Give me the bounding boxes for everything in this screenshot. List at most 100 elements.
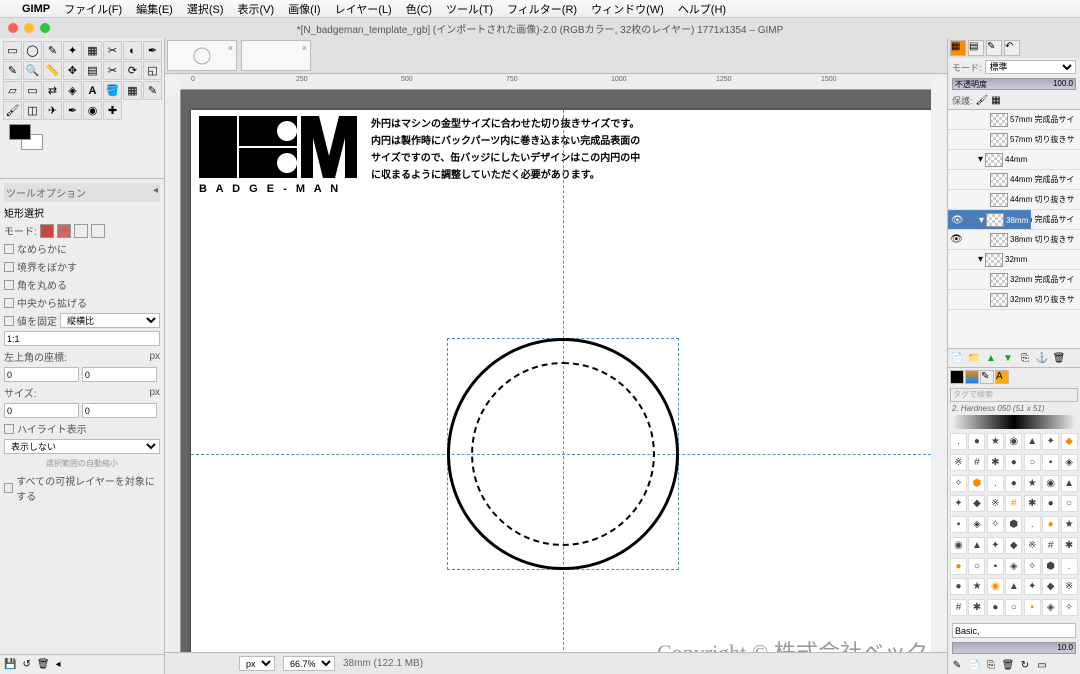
tool-blend[interactable]: ▦ <box>123 81 142 100</box>
menu-view[interactable]: 表示(V) <box>238 1 275 17</box>
tool-perspective[interactable]: ▭ <box>23 81 42 100</box>
brush-tab-4[interactable]: A <box>995 370 1009 384</box>
layer-item[interactable]: ▾32mm <box>948 250 1080 270</box>
tool-flip[interactable]: ⇄ <box>43 81 62 100</box>
brush-item[interactable]: ◆ <box>968 495 985 512</box>
tool-brush[interactable]: 🖌 <box>3 101 22 120</box>
brush-item[interactable]: ⬢ <box>968 475 985 492</box>
brush-item[interactable]: ✧ <box>950 475 967 492</box>
brush-item[interactable]: ★ <box>1061 516 1078 533</box>
layer-item[interactable]: 44mm 完成品サイ <box>948 170 1080 190</box>
ruler-vertical[interactable] <box>165 90 181 652</box>
layer-up[interactable]: ▲ <box>984 351 998 365</box>
dock-tab-layers[interactable]: ▦ <box>950 40 966 56</box>
menu-file[interactable]: ファイル(F) <box>64 1 122 17</box>
brush-item[interactable]: ✦ <box>987 537 1004 554</box>
chk-blur[interactable] <box>4 262 14 272</box>
brush-item[interactable]: ✧ <box>987 516 1004 533</box>
brush-item[interactable]: ▲ <box>1005 578 1022 595</box>
brush-item[interactable]: ✱ <box>1061 537 1078 554</box>
brush-edit[interactable]: ✎ <box>950 658 964 672</box>
pos-x[interactable] <box>4 367 79 382</box>
brush-item[interactable]: ● <box>987 599 1004 616</box>
to-delete-icon[interactable]: 🗑 <box>37 659 50 670</box>
layer-item[interactable]: 44mm 切り抜きサ <box>948 190 1080 210</box>
mode-add[interactable] <box>57 224 71 238</box>
to-save-icon[interactable]: 💾 <box>4 659 16 670</box>
layer-anchor[interactable]: ⚓ <box>1035 351 1049 365</box>
brush-item[interactable]: ● <box>1042 495 1059 512</box>
zoom-select[interactable]: 66.7% <box>283 656 335 671</box>
brush-item[interactable]: ▪ <box>950 516 967 533</box>
fix-mode[interactable]: 縦横比 <box>60 313 160 328</box>
brush-item[interactable]: ● <box>1005 475 1022 492</box>
ratio-input[interactable] <box>4 331 160 346</box>
brush-size-slider[interactable]: 10.0 <box>952 642 1076 654</box>
tab-close-icon[interactable]: × <box>302 43 307 53</box>
layer-del[interactable]: 🗑 <box>1052 351 1066 365</box>
tool-ink[interactable]: ✒ <box>63 101 82 120</box>
tab-1[interactable]: × <box>167 40 237 71</box>
tool-measure[interactable]: 📏 <box>43 61 62 80</box>
brush-item[interactable]: ◈ <box>1061 454 1078 471</box>
tab-2[interactable]: × <box>241 40 311 71</box>
ruler-horizontal[interactable]: 0 250 500 750 1000 1250 1500 <box>181 74 931 90</box>
layer-item[interactable]: 57mm 完成品サイ <box>948 110 1080 130</box>
lock-pixels-icon[interactable]: 🖌 <box>976 95 989 106</box>
dock-tab-paths[interactable]: ✎ <box>986 40 1002 56</box>
mode-subtract[interactable] <box>74 224 88 238</box>
window-zoom[interactable] <box>40 23 50 33</box>
tool-fuzzy-select[interactable]: ✦ <box>63 41 82 60</box>
tool-cage[interactable]: ◈ <box>63 81 82 100</box>
brush-item[interactable]: . <box>987 475 1004 492</box>
tool-clone[interactable]: ◉ <box>83 101 102 120</box>
tool-heal[interactable]: ✚ <box>103 101 122 120</box>
brush-item[interactable]: # <box>1005 495 1022 512</box>
brush-item[interactable]: ▲ <box>1024 433 1041 450</box>
unit-select[interactable]: px <box>239 656 275 671</box>
brush-item[interactable]: ✦ <box>950 495 967 512</box>
tool-eraser[interactable]: ◫ <box>23 101 42 120</box>
brush-item[interactable]: ◆ <box>1005 537 1022 554</box>
brush-item[interactable]: ✧ <box>1061 599 1078 616</box>
brush-item[interactable]: ※ <box>987 495 1004 512</box>
guide-mode[interactable]: 表示しない <box>4 439 160 454</box>
chk-alllayers[interactable] <box>4 483 13 493</box>
size-w[interactable] <box>4 403 79 418</box>
brush-item[interactable]: ✦ <box>1042 433 1059 450</box>
chk-smooth[interactable] <box>4 244 14 254</box>
tool-scale[interactable]: ◱ <box>143 61 162 80</box>
layer-new[interactable]: 📄 <box>950 351 964 365</box>
chk-round[interactable] <box>4 280 14 290</box>
lock-alpha-icon[interactable]: ▦ <box>991 95 1000 106</box>
brush-item[interactable]: ✱ <box>968 599 985 616</box>
brush-item[interactable]: ◆ <box>1061 433 1078 450</box>
tool-shear[interactable]: ▱ <box>3 81 22 100</box>
layer-down[interactable]: ▼ <box>1001 351 1015 365</box>
eye-icon[interactable]: 👁 <box>950 234 962 245</box>
layer-group[interactable]: 📁 <box>967 351 981 365</box>
tool-bucket[interactable]: 🪣 <box>103 81 122 100</box>
tool-paths[interactable]: ✒ <box>143 41 162 60</box>
brush-item[interactable]: ▪ <box>987 558 1004 575</box>
tool-free-select[interactable]: ✎ <box>43 41 62 60</box>
brush-item[interactable]: ★ <box>987 433 1004 450</box>
eye-icon[interactable]: 👁 <box>951 215 963 226</box>
brush-item[interactable]: ◉ <box>950 537 967 554</box>
brush-del[interactable]: 🗑 <box>1001 658 1015 672</box>
size-h[interactable] <box>82 403 157 418</box>
window-minimize[interactable] <box>24 23 34 33</box>
brush-item[interactable]: ★ <box>968 578 985 595</box>
opacity-slider[interactable]: 不透明度 100.0 <box>952 78 1076 90</box>
menu-image[interactable]: 画像(I) <box>288 1 320 17</box>
tool-foreground[interactable]: ◐ <box>123 41 142 60</box>
canvas-viewport[interactable]: B A D G E - M A N 外円はマシンの金型サイズに合わせた切り抜きサ… <box>181 90 931 652</box>
brush-item[interactable]: ※ <box>1061 578 1078 595</box>
menu-edit[interactable]: 編集(E) <box>136 1 173 17</box>
brush-item[interactable]: ▲ <box>1061 475 1078 492</box>
brush-item[interactable]: . <box>1024 516 1041 533</box>
tool-airbrush[interactable]: ✈ <box>43 101 62 120</box>
brush-preset[interactable] <box>952 623 1076 638</box>
layer-item[interactable]: ▾44mm <box>948 150 1080 170</box>
chk-center[interactable] <box>4 298 14 308</box>
